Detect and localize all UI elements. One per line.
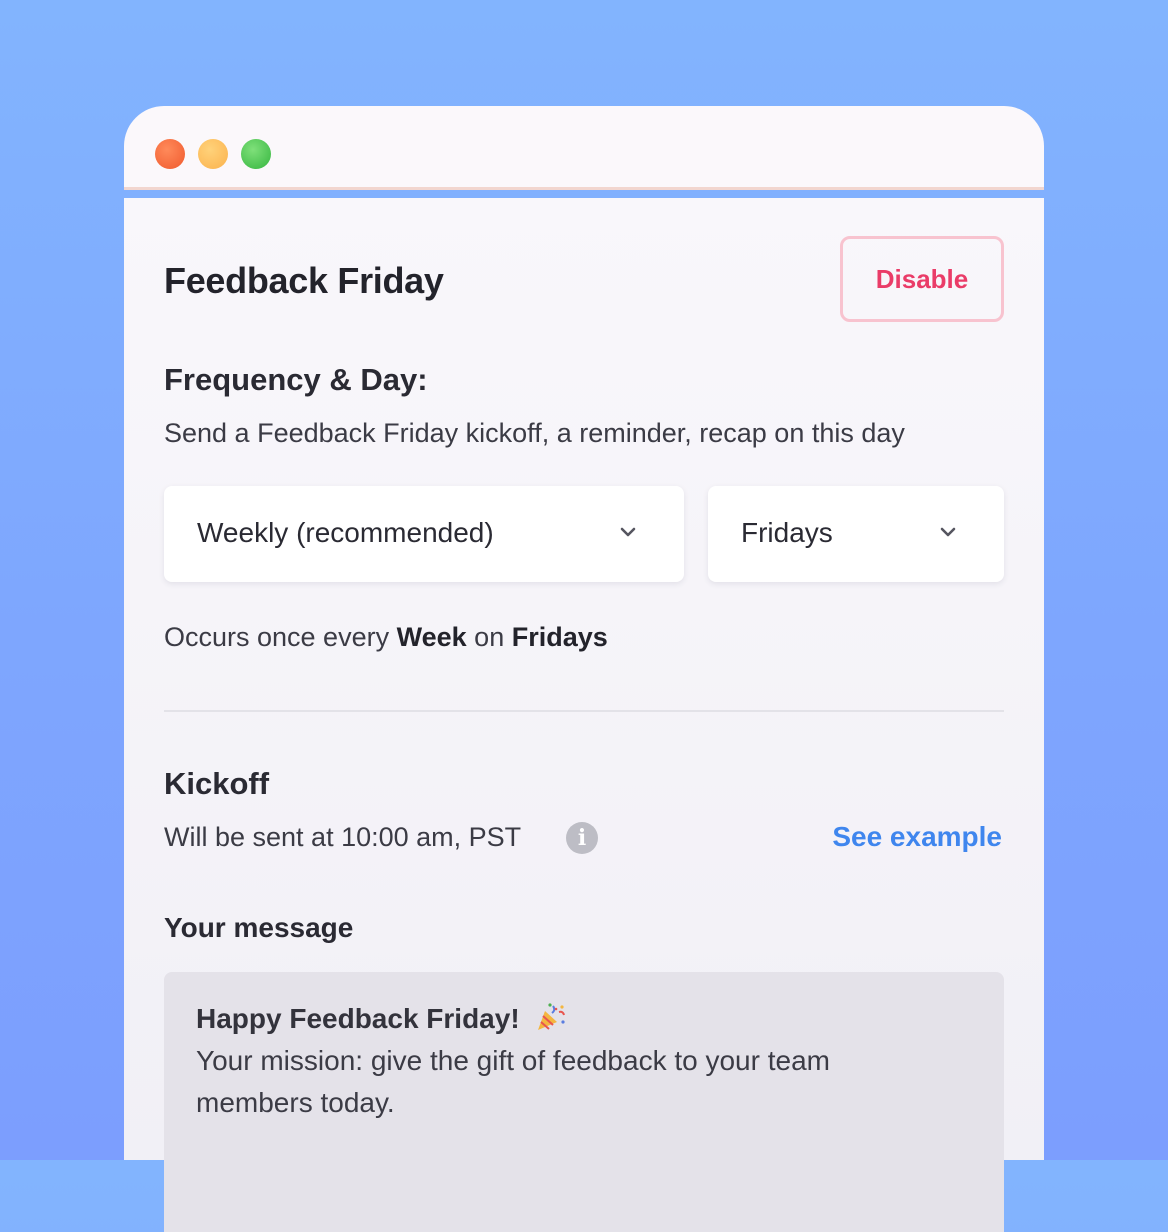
kickoff-schedule: Will be sent at 10:00 am, PST — [164, 822, 522, 852]
chevron-down-icon — [620, 527, 636, 537]
zoom-window-icon[interactable] — [241, 139, 271, 169]
day-select-value: Fridays — [741, 517, 833, 548]
occurs-prefix: Occurs once every — [164, 622, 390, 652]
occurs-day: Fridays — [511, 622, 608, 652]
info-icon[interactable]: i — [566, 822, 598, 854]
window-titlebar — [124, 106, 1044, 190]
frequency-description: Send a Feedback Friday kickoff, a remind… — [164, 418, 905, 448]
party-popper-icon — [538, 1003, 566, 1030]
message-label: Your message — [164, 912, 354, 943]
minimize-window-icon[interactable] — [198, 139, 228, 169]
disable-button[interactable]: Disable — [840, 236, 1004, 322]
section-divider — [164, 710, 1004, 712]
occurs-on: on — [474, 622, 505, 652]
occurs-unit: Week — [396, 622, 467, 652]
see-example-link[interactable]: See example — [832, 821, 1002, 853]
message-headline-text: Happy Feedback Friday! — [196, 1003, 520, 1034]
message-headline: Happy Feedback Friday! — [196, 1000, 972, 1038]
kickoff-heading: Kickoff — [164, 766, 270, 801]
page-title: Feedback Friday — [164, 260, 444, 301]
frequency-select[interactable]: Weekly (recommended) — [164, 486, 684, 582]
message-editor[interactable]: Happy Feedback Friday! Your mission: giv… — [164, 972, 1004, 1232]
settings-panel: Feedback Friday Disable Frequency & Day:… — [124, 198, 1044, 1232]
close-window-icon[interactable] — [155, 139, 185, 169]
day-select[interactable]: Fridays — [708, 486, 1004, 582]
chevron-down-icon — [940, 527, 956, 537]
frequency-select-value: Weekly (recommended) — [197, 517, 494, 548]
message-body: Your mission: give the gift of feedback … — [196, 1045, 830, 1118]
occurrence-summary: Occurs once every Week on Fridays — [164, 622, 608, 653]
frequency-heading: Frequency & Day: — [164, 362, 428, 397]
